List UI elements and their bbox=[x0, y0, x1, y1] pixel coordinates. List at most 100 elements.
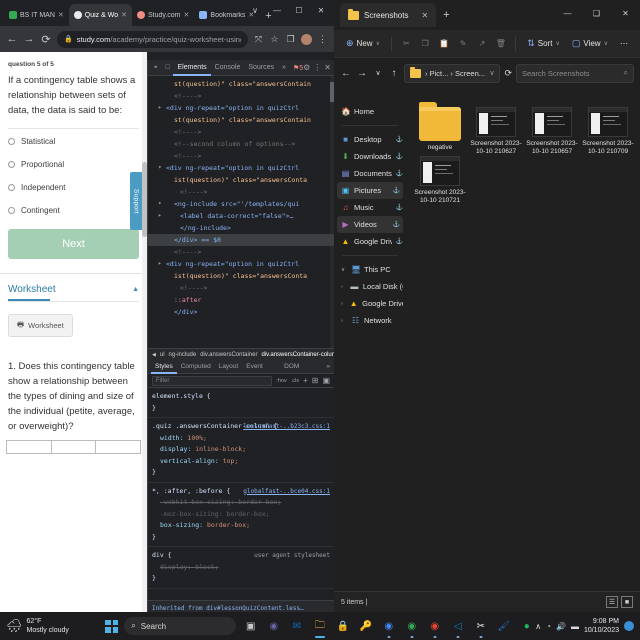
close-window-button[interactable]: ✕ bbox=[310, 2, 332, 18]
file-item[interactable]: Screenshot 2023-10-10 210627 bbox=[468, 107, 524, 156]
taskbar-app-chrome[interactable]: ◉ bbox=[380, 618, 397, 638]
file-item[interactable]: Screenshot 2023-10-10 210721 bbox=[412, 156, 468, 205]
explorer-file-grid[interactable]: negative Screenshot 2023-10-10 210627 Scre… bbox=[406, 97, 640, 581]
pin-icon[interactable]: ⚓ bbox=[396, 170, 403, 177]
css-rule[interactable]: .quiz .answersContainer-column {lessonfa… bbox=[148, 418, 334, 483]
dom-node-line[interactable]: <!----> bbox=[148, 186, 334, 198]
settings-gear-icon[interactable]: ⚙ bbox=[303, 63, 310, 72]
dom-node-line[interactable]: st(question)" class="answersContain bbox=[148, 78, 334, 90]
refresh-icon[interactable]: ⟳ bbox=[504, 68, 512, 79]
new-style-rule-icon[interactable]: + bbox=[303, 376, 308, 385]
hover-state-toggle[interactable]: :hov bbox=[276, 378, 286, 384]
start-button[interactable] bbox=[105, 619, 119, 633]
chevron-down-icon[interactable]: ∨ bbox=[489, 69, 494, 77]
styles-filter-input[interactable]: Filter bbox=[152, 375, 273, 386]
answer-option-3[interactable]: Contingent bbox=[8, 206, 139, 215]
breadcrumb-arrow-icon[interactable]: ◀ bbox=[152, 352, 156, 358]
styles-pane[interactable]: element.style {} .quiz .answersContainer-… bbox=[148, 388, 334, 612]
expand-arrow-icon[interactable]: ▾ bbox=[158, 162, 162, 174]
rename-icon[interactable]: ✎ bbox=[458, 38, 469, 50]
taskbar-search-input[interactable]: ⌕ Search bbox=[124, 617, 237, 635]
taskbar-app-snipping-tool[interactable]: ✂ bbox=[472, 618, 489, 638]
address-bar[interactable]: 🔒 study.com/academy/practice/quiz-worksh… bbox=[57, 30, 248, 48]
view-button[interactable]: ▢ View ∨ bbox=[566, 35, 614, 52]
tab-styles-more[interactable]: » bbox=[322, 360, 334, 374]
dom-node-line[interactable]: </div> bbox=[148, 306, 334, 318]
chevron-up-icon[interactable]: ▲ bbox=[132, 286, 139, 293]
next-button[interactable]: Next bbox=[8, 229, 139, 259]
device-toolbar-icon[interactable]: □ bbox=[162, 64, 174, 71]
computed-sidebar-icon[interactable]: ⊞ bbox=[312, 376, 319, 385]
battery-icon[interactable]: ▬ bbox=[571, 622, 579, 631]
more-options-button[interactable]: ⋯ bbox=[614, 36, 634, 51]
explorer-tab[interactable]: Screenshots ✕ bbox=[340, 3, 437, 27]
paste-icon[interactable]: 📋 bbox=[439, 38, 450, 50]
sidebar-item-documents[interactable]: ▤ Documents ⚓ bbox=[334, 165, 406, 182]
radio-icon[interactable] bbox=[8, 184, 15, 191]
taskbar-app-file-explorer[interactable]: 🗀 bbox=[311, 618, 328, 638]
css-rule[interactable]: *, :after, :before {globalfast-..bce04.c… bbox=[148, 483, 334, 547]
pin-icon[interactable]: ⚓ bbox=[396, 153, 403, 160]
devtools-more-icon[interactable]: ⋮ bbox=[313, 63, 321, 72]
taskbar-app-chrome-2[interactable]: ◉ bbox=[403, 618, 420, 638]
explorer-search-input[interactable]: Search Screenshots ⌕ bbox=[516, 63, 634, 83]
tray-chevron-icon[interactable]: ∧ bbox=[535, 622, 541, 631]
css-rule[interactable]: element.style {} bbox=[148, 388, 334, 418]
inspect-element-icon[interactable]: ⌖ bbox=[150, 64, 162, 72]
css-declaration[interactable]: width: 100%; bbox=[152, 433, 330, 445]
css-rule[interactable]: div {user agent stylesheet display: block… bbox=[148, 547, 334, 589]
details-view-icon[interactable]: ☰ bbox=[606, 596, 618, 608]
breadcrumb-item-2[interactable]: div.answersContainer bbox=[200, 352, 257, 358]
expand-chevron-icon[interactable]: › bbox=[341, 284, 346, 290]
sidebar-item-google-drive-g[interactable]: › ▲ Google Drive (G:) bbox=[334, 295, 406, 312]
tab-dom-breakpoints[interactable]: DOM Breakpoints bbox=[280, 360, 322, 383]
pin-icon[interactable]: ⚓ bbox=[393, 221, 400, 228]
css-declaration[interactable]: display: block; bbox=[152, 562, 330, 574]
notification-icon[interactable] bbox=[624, 621, 634, 631]
up-icon[interactable]: ↑ bbox=[388, 68, 400, 79]
recent-locations-icon[interactable]: ∨ bbox=[372, 69, 384, 77]
dom-node-line[interactable]: ::after bbox=[148, 294, 334, 306]
bookmark-star-icon[interactable]: ☆ bbox=[269, 34, 280, 45]
sort-button[interactable]: ⇅ Sort ∨ bbox=[521, 35, 566, 52]
back-icon[interactable]: ← bbox=[340, 68, 352, 79]
dom-tree[interactable]: st(question)" class="answersContain <!---… bbox=[148, 76, 334, 348]
browser-tab-2[interactable]: Study.com ✕ bbox=[132, 4, 194, 26]
expand-arrow-icon[interactable]: ▸ bbox=[158, 102, 162, 114]
tab-search-chevron-icon[interactable]: ∨ bbox=[244, 2, 266, 18]
forward-icon[interactable]: → bbox=[356, 68, 368, 79]
class-toggle[interactable]: .cls bbox=[291, 378, 299, 384]
browser-menu-icon[interactable]: ⋮ bbox=[317, 34, 328, 45]
side-panel-icon[interactable]: ❐ bbox=[285, 34, 296, 45]
explorer-maximize-button[interactable]: ❑ bbox=[582, 0, 611, 26]
reload-icon[interactable]: ⟳ bbox=[40, 33, 52, 46]
tab-sources[interactable]: Sources bbox=[244, 60, 278, 76]
explorer-close-button[interactable]: ✕ bbox=[611, 0, 640, 26]
tab-layout[interactable]: Layout bbox=[215, 360, 243, 374]
explorer-nav-pane[interactable]: 🏠 Home ■ Desktop ⚓ ⬇ Downloads ⚓ ▤ Documents ⚓ ▣ Pic… bbox=[334, 97, 406, 581]
css-source-link[interactable]: user agent stylesheet bbox=[254, 550, 330, 562]
answer-option-0[interactable]: Statistical bbox=[8, 137, 139, 146]
taskbar-app-spotify[interactable]: ● bbox=[518, 618, 535, 635]
file-item[interactable]: negative bbox=[412, 102, 468, 156]
devtools-close-icon[interactable]: ✕ bbox=[324, 63, 331, 72]
expand-chevron-icon[interactable]: › bbox=[341, 318, 347, 324]
radio-icon[interactable] bbox=[8, 161, 15, 168]
tab-console[interactable]: Console bbox=[211, 60, 245, 76]
dom-node-line[interactable]: ist(question)" class="answersConta bbox=[148, 270, 334, 282]
taskbar-app-teams[interactable]: ◉ bbox=[265, 618, 282, 635]
pin-icon[interactable]: ⚓ bbox=[396, 238, 403, 245]
explorer-new-tab-button[interactable]: + bbox=[436, 9, 456, 21]
minimize-button[interactable]: — bbox=[266, 2, 288, 18]
sidebar-item-this-pc[interactable]: ∨ 🖥 This PC bbox=[334, 261, 406, 278]
maximize-button[interactable]: ☐ bbox=[288, 2, 310, 18]
tab-close-icon[interactable]: ✕ bbox=[184, 11, 190, 19]
dom-node-line[interactable]: ▾ <ng-include src="'/templates/qui bbox=[148, 198, 334, 210]
file-item[interactable]: Screenshot 2023-10-10 210657 bbox=[524, 107, 580, 156]
css-source-link[interactable]: lessonfast-..b23c3.css:1 bbox=[243, 421, 330, 433]
radio-icon[interactable] bbox=[8, 138, 15, 145]
expand-arrow-icon[interactable]: ▸ bbox=[158, 210, 162, 222]
css-declaration[interactable]: -webkit-box-sizing: border-box; bbox=[152, 497, 330, 509]
css-declaration[interactable]: display: inline-block; bbox=[152, 444, 330, 456]
dom-node-line[interactable]: ▾ <div ng-repeat="option in quizCtrl bbox=[148, 162, 334, 174]
